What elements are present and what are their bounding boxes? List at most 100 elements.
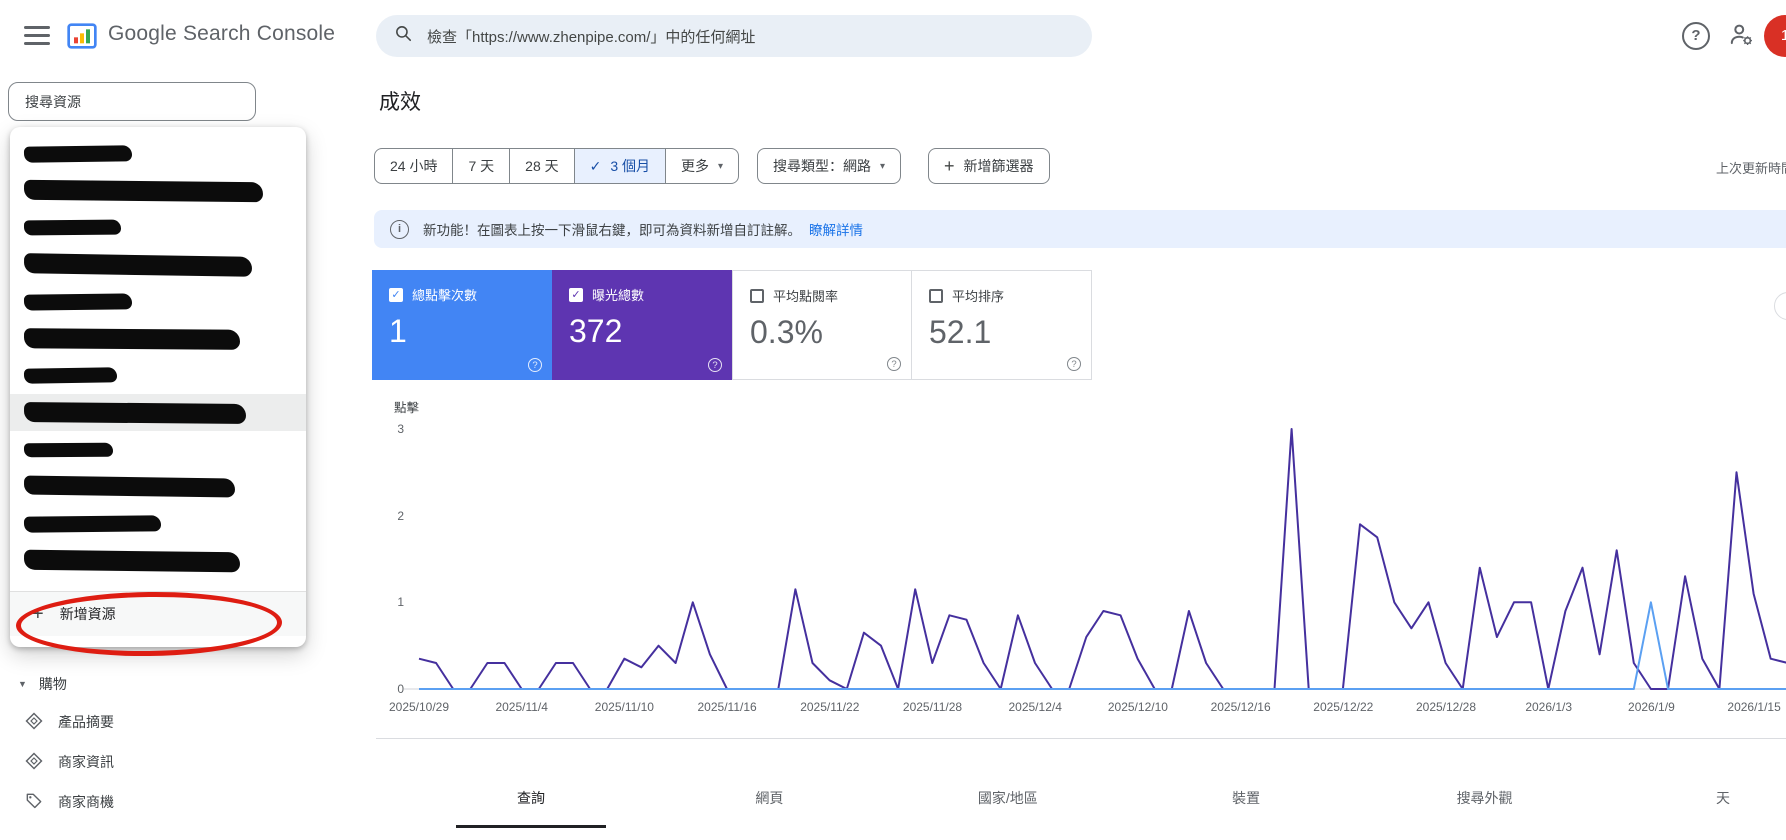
- sidebar-item-商家商機[interactable]: 商家商機: [0, 782, 300, 822]
- property-list-item[interactable]: [10, 542, 306, 579]
- tag-icon: [24, 791, 58, 814]
- tab-裝置[interactable]: 裝置: [1171, 772, 1321, 828]
- redacted-property-name: [23, 475, 236, 498]
- metric-label: 曝光總數: [592, 288, 645, 303]
- sidebar-item-label: 商家資訊: [58, 754, 114, 770]
- hamburger-menu-icon[interactable]: [24, 26, 50, 46]
- metric-label: 平均排序: [952, 289, 1005, 304]
- diamond-icon: [24, 711, 58, 734]
- metric-help-icon[interactable]: ?: [1067, 357, 1081, 371]
- date-filter-28 天[interactable]: 28 天: [509, 148, 575, 184]
- date-filter-24 小時[interactable]: 24 小時: [374, 148, 454, 184]
- tab-國家/地區[interactable]: 國家/地區: [933, 772, 1083, 828]
- google-search-console-app: Google Search Console 檢查「https://www.zhe…: [0, 0, 1786, 840]
- settings-button[interactable]: [1728, 21, 1756, 49]
- shopping-section-label: 購物: [38, 676, 67, 692]
- property-list-item[interactable]: [10, 357, 306, 394]
- chevron-down-icon: ▾: [880, 160, 886, 172]
- search-type-label: 搜尋類型：網路: [773, 158, 871, 174]
- plus-icon: +: [944, 155, 955, 176]
- manage-account-icon: [1728, 24, 1755, 52]
- chevron-down-icon: ▾: [718, 160, 724, 172]
- metric-card-平均點閱率[interactable]: 平均點閱率 0.3%?: [732, 270, 912, 380]
- search-type-filter-chip[interactable]: 搜尋類型：網路 ▾: [757, 148, 902, 184]
- property-list-item[interactable]: [10, 172, 306, 209]
- x-tick-label: 2025/12/22: [1313, 700, 1374, 714]
- page-title: 成效: [379, 91, 421, 114]
- tab-搜尋外觀[interactable]: 搜尋外觀: [1410, 772, 1560, 828]
- property-list-item[interactable]: [10, 209, 306, 246]
- property-selector[interactable]: 搜尋資源: [8, 82, 256, 121]
- date-filter-7 天[interactable]: 7 天: [452, 148, 511, 184]
- metric-value: 0.3%: [750, 314, 823, 350]
- property-list-item[interactable]: [10, 394, 306, 431]
- property-list: [10, 135, 306, 579]
- date-filter-label: 3 個月: [610, 158, 651, 174]
- metric-value: 1: [389, 313, 407, 349]
- metric-card-header: ✓ 曝光總數: [569, 285, 718, 304]
- section-divider: [376, 738, 1786, 739]
- metric-card-header: 平均排序: [929, 286, 1077, 305]
- checkbox-checked-icon[interactable]: ✓: [569, 287, 583, 302]
- url-inspection-input[interactable]: 檢查「https://www.zhenpipe.com/」中的任何網址: [376, 15, 1092, 57]
- date-filter-3 個月[interactable]: ✓ 3 個月: [573, 148, 667, 184]
- metric-help-icon[interactable]: ?: [528, 358, 542, 372]
- x-tick-label: 2025/11/16: [697, 700, 757, 714]
- x-tick-label: 2025/12/28: [1415, 700, 1477, 714]
- redacted-property-name: [23, 252, 253, 277]
- redacted-property-name: [23, 401, 247, 424]
- property-list-item[interactable]: [10, 320, 306, 357]
- metric-card-平均排序[interactable]: 平均排序 52.1?: [912, 270, 1092, 380]
- add-property-button[interactable]: + 新增資源: [10, 592, 306, 636]
- shopping-section: ▼ 購物 產品摘要商家資訊商家商機: [0, 666, 300, 822]
- sidebar-item-商家資訊[interactable]: 商家資訊: [0, 742, 300, 782]
- top-bar: Google Search Console 檢查「https://www.zhe…: [0, 0, 1786, 72]
- y-tick-label: 3: [397, 421, 404, 436]
- new-filter-chip[interactable]: + 新增篩選器: [928, 148, 1050, 184]
- checkbox-unchecked-icon[interactable]: [929, 288, 943, 303]
- x-tick-label: 2026/1/9: [1628, 700, 1675, 714]
- metric-card-總點擊次數[interactable]: ✓ 總點擊次數 1?: [372, 270, 552, 380]
- date-filter-更多[interactable]: 更多 ▾: [665, 148, 740, 184]
- y-tick-label: 0: [397, 682, 404, 696]
- date-filter-label: 24 小時: [390, 158, 438, 174]
- help-button[interactable]: ?: [1682, 22, 1710, 50]
- metric-card-曝光總數[interactable]: ✓ 曝光總數 372?: [552, 270, 732, 380]
- property-list-item[interactable]: [10, 283, 306, 320]
- x-tick-label: 2025/10/29: [388, 700, 450, 714]
- url-inspection-placeholder: 檢查「https://www.zhenpipe.com/」中的任何網址: [427, 28, 756, 46]
- x-tick-label: 2025/12/16: [1210, 700, 1271, 714]
- last-updated-text: 上次更新時間: [1716, 161, 1786, 176]
- series-曝光總數: [418, 428, 1786, 690]
- learn-more-link[interactable]: 瞭解詳情: [809, 219, 863, 239]
- new-feature-banner: i 新功能！在圖表上按一下滑鼠右鍵，即可為資料新增自訂註解。 瞭解詳情: [374, 210, 1786, 248]
- x-tick-label: 2025/11/4: [495, 700, 548, 714]
- tab-天[interactable]: 天: [1648, 772, 1786, 828]
- search-console-logo-icon[interactable]: [66, 20, 98, 52]
- metric-help-icon[interactable]: ?: [887, 357, 901, 371]
- property-list-item[interactable]: [10, 246, 306, 283]
- property-list-item[interactable]: [10, 505, 306, 542]
- app-title: Google Search Console: [108, 22, 336, 45]
- redacted-property-name: [23, 327, 241, 350]
- sidebar-section-shopping[interactable]: ▼ 購物: [0, 666, 300, 702]
- metric-card-header: ✓ 總點擊次數: [389, 285, 538, 304]
- property-list-item[interactable]: [10, 431, 306, 468]
- metric-help-icon[interactable]: ?: [708, 358, 722, 372]
- profile-avatar[interactable]: 1: [1764, 15, 1786, 57]
- notification-count: 1: [1780, 27, 1786, 44]
- checkbox-unchecked-icon[interactable]: [750, 288, 764, 303]
- sidebar-item-產品摘要[interactable]: 產品摘要: [0, 702, 300, 742]
- y-tick-label: 1: [397, 595, 404, 610]
- info-icon: i: [390, 219, 409, 239]
- edge-cut-circle-icon[interactable]: [1774, 292, 1786, 320]
- tab-網頁[interactable]: 網頁: [694, 772, 844, 828]
- sidebar-item-label: 產品摘要: [58, 714, 114, 730]
- metric-value: 372: [569, 313, 623, 349]
- property-list-item[interactable]: [10, 468, 306, 505]
- tab-查詢[interactable]: 查詢: [456, 772, 606, 828]
- x-tick-label: 2025/11/10: [594, 700, 654, 714]
- metric-label: 總點擊次數: [412, 288, 478, 303]
- property-list-item[interactable]: [10, 135, 306, 172]
- checkbox-checked-icon[interactable]: ✓: [389, 287, 403, 302]
